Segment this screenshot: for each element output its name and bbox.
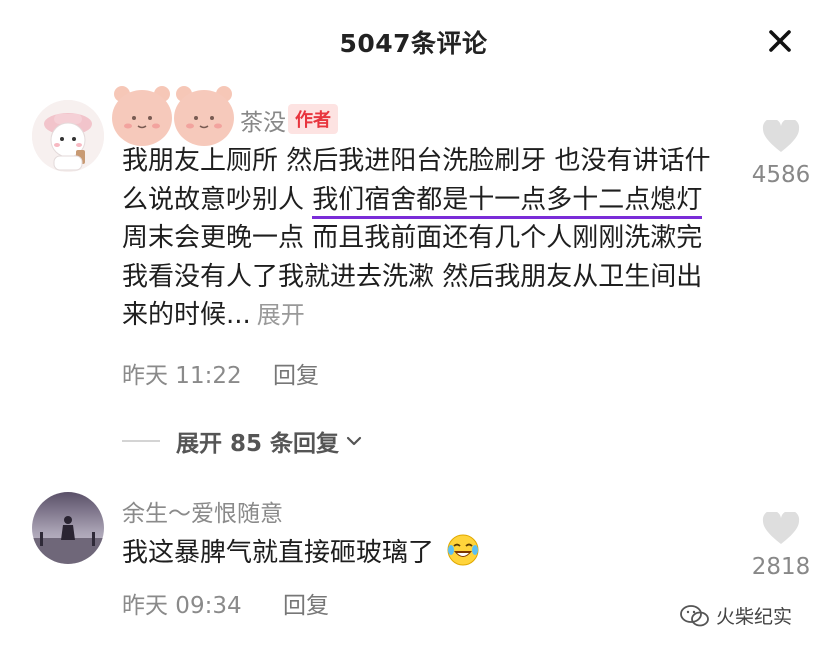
expand-text-link[interactable]: 展开 [257, 301, 305, 329]
comment-time: 昨天 09:34 [122, 593, 242, 619]
like-count: 4586 [751, 162, 811, 188]
chevron-down-icon [346, 436, 362, 446]
divider [122, 440, 160, 442]
avatar[interactable] [32, 492, 104, 564]
wechat-logo-icon [680, 604, 709, 626]
silhouette-avatar-icon [32, 492, 104, 564]
cartoon-avatar-icon [32, 100, 104, 172]
comment-text: 我这暴脾气就直接砸玻璃了 [122, 532, 480, 569]
reply-button[interactable]: 回复 [273, 356, 319, 390]
underlined-text: 我们宿舍都是十一点多十二点熄灯 [312, 184, 703, 219]
avatar[interactable] [32, 100, 104, 172]
comment-text-part: 我这暴脾气就直接砸玻璃了 [122, 538, 435, 568]
like-count: 2818 [751, 554, 811, 580]
comments-count-title: 5047条评论 [339, 29, 488, 58]
laughing-crying-emoji-icon [447, 534, 479, 566]
like-button[interactable]: 4586 [736, 118, 826, 188]
comment-username[interactable]: 茶没 [240, 103, 286, 137]
like-button[interactable]: 2818 [736, 510, 826, 580]
heart-icon [762, 118, 800, 152]
close-icon [769, 30, 791, 52]
comments-panel: 5047条评论 茶没 作者 我朋友上厕所 然后我进阳台洗脸刷牙 也没有讲话什么说… [0, 0, 827, 653]
heart-icon [762, 510, 800, 544]
comment-time: 昨天 11:22 [122, 363, 242, 389]
comment-text: 我朋友上厕所 然后我进阳台洗脸刷牙 也没有讲话什么说故意吵别人 我们宿舍都是十一… [122, 142, 722, 335]
expand-replies-button[interactable]: 展开 85 条回复 [122, 425, 365, 457]
username-sticker-overlay [112, 80, 252, 150]
reply-button[interactable]: 回复 [283, 586, 329, 620]
comment-username[interactable]: 余生～爱恨随意 [122, 494, 283, 528]
watermark-text: 火柴纪实 [716, 606, 793, 628]
close-button[interactable] [763, 24, 797, 58]
expand-replies-label: 展开 85 条回复 [176, 431, 340, 457]
comment-text-part: 周末会更晚一点 而且我前面还有几个人刚刚洗漱完 我看没有人了我就进去洗漱 然后我… [122, 223, 703, 330]
author-badge: 作者 [288, 104, 338, 134]
watermark: 火柴纪实 [680, 602, 792, 629]
